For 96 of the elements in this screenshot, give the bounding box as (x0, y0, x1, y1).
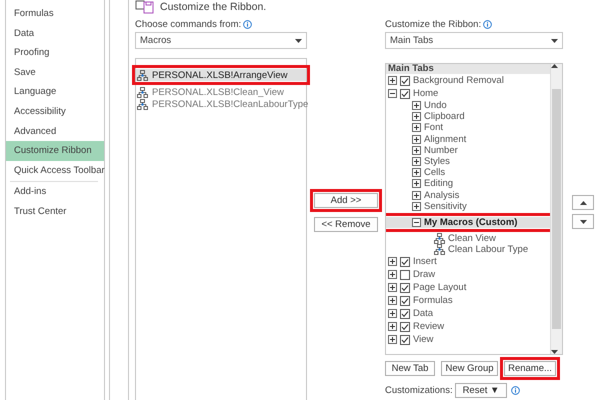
tree-item[interactable]: Insert (386, 255, 550, 268)
collapse-icon[interactable] (412, 218, 421, 227)
field-label: Customize the Ribbon: (385, 18, 482, 30)
tree-item[interactable]: Data (386, 307, 550, 320)
ribbon-settings-icon (135, 0, 155, 14)
sidebar-item[interactable]: Accessibility (6, 102, 104, 122)
tree-item[interactable]: View (386, 333, 550, 346)
expand-icon[interactable] (412, 190, 421, 200)
checkbox[interactable] (400, 308, 410, 319)
flowchart-icon (434, 244, 445, 256)
sidebar-item[interactable]: Data (6, 24, 104, 44)
tree-item[interactable]: Formulas (386, 294, 550, 308)
sidebar-item[interactable]: Advanced (6, 122, 104, 142)
info-icon (243, 20, 252, 28)
caret-icon (580, 220, 586, 224)
expand-icon[interactable] (412, 134, 421, 144)
sidebar-item[interactable]: Quick Access Toolbar (6, 160, 104, 180)
tree-header: Main Tabs (386, 64, 550, 74)
tree-item[interactable]: Sensitivity (386, 200, 550, 212)
info-icon (511, 386, 520, 395)
checkbox[interactable] (400, 282, 410, 293)
expand-icon[interactable] (388, 257, 397, 266)
tree-item[interactable]: Number (386, 144, 550, 156)
tree-item[interactable]: Background Removal (386, 74, 550, 87)
tree-item[interactable]: Clean Labour Type (386, 244, 550, 256)
expand-icon[interactable] (388, 335, 397, 344)
scrollbar[interactable] (550, 64, 562, 354)
expand-icon[interactable] (388, 76, 397, 85)
expand-icon[interactable] (412, 168, 421, 178)
caret-icon (551, 64, 558, 68)
expand-icon[interactable] (412, 123, 421, 132)
collapse-icon[interactable] (388, 89, 397, 98)
sidebar-item[interactable]: Save (6, 62, 104, 82)
command-item[interactable]: PERSONAL.XLSB!Clean_View (136, 86, 306, 98)
expand-icon[interactable] (388, 283, 397, 292)
tree-item[interactable]: My Macros (Custom) (386, 216, 550, 228)
ribbon-button[interactable]: Rename... (504, 361, 556, 376)
tree-item[interactable]: Draw (386, 268, 550, 282)
sidebar-item[interactable]: Add-ins (6, 182, 104, 202)
sidebar-item[interactable]: Customize Ribbon (6, 141, 104, 161)
caret-icon (580, 200, 586, 204)
flowchart-icon (137, 98, 148, 110)
checkbox[interactable] (400, 256, 410, 267)
command-item[interactable]: PERSONAL.XLSB!CleanLabourType (136, 98, 306, 110)
field-label: Customizations: (385, 385, 451, 396)
remove-button[interactable]: << Remove (314, 217, 378, 232)
expand-icon[interactable] (388, 270, 397, 280)
move-up-button[interactable] (572, 195, 594, 210)
commands-dropdown[interactable]: Macros (135, 32, 307, 49)
tree-item[interactable]: Clipboard (386, 111, 550, 122)
checkbox[interactable] (400, 322, 410, 332)
tree-item[interactable]: Alignment (386, 134, 550, 145)
sidebar-item[interactable]: Proofing (6, 43, 104, 63)
tree-item[interactable]: Review (386, 320, 550, 334)
info-icon (483, 20, 492, 28)
tree-item[interactable]: Font (386, 122, 550, 134)
ribbon-button[interactable]: New Tab (385, 361, 435, 376)
expand-icon[interactable] (412, 202, 421, 211)
expand-icon[interactable] (388, 309, 397, 318)
expand-icon[interactable] (412, 101, 421, 110)
sidebar-item[interactable]: Formulas (6, 4, 104, 24)
caret-icon (295, 38, 302, 42)
expand-icon[interactable] (412, 157, 421, 166)
expand-icon[interactable] (412, 146, 421, 155)
command-item[interactable]: PERSONAL.XLSB!ArrangeView (136, 69, 306, 81)
tree-item[interactable]: Styles (386, 156, 550, 168)
tree-item[interactable]: Editing (386, 178, 550, 190)
sidebar-item[interactable]: Language (6, 82, 104, 102)
move-down-button[interactable] (572, 214, 594, 229)
ribbon-button[interactable]: New Group (441, 361, 498, 376)
tree-item[interactable]: Clean View (386, 233, 550, 244)
ribbon-dropdown[interactable]: Main Tabs (385, 32, 563, 49)
section-title: Customize the Ribbon. (160, 0, 266, 12)
tree-item[interactable]: Cells (386, 167, 550, 178)
checkbox[interactable] (400, 88, 410, 98)
tree-item[interactable]: Page Layout (386, 281, 550, 294)
flowchart-icon (434, 233, 445, 244)
checkbox[interactable] (400, 270, 410, 280)
caret-icon (551, 350, 558, 354)
field-label: Choose commands from: (135, 18, 242, 30)
tree-item[interactable]: Analysis (386, 190, 550, 201)
checkbox[interactable] (400, 334, 410, 345)
caret-icon (551, 38, 558, 42)
add-button[interactable]: Add >> (314, 193, 378, 208)
tree-item[interactable]: Home (386, 87, 550, 100)
expand-icon[interactable] (412, 179, 421, 188)
tree-item[interactable]: Undo (386, 100, 550, 112)
flowchart-icon (137, 70, 148, 80)
flowchart-icon (137, 86, 148, 98)
sidebar-item[interactable]: Trust Center (6, 202, 104, 222)
checkbox[interactable] (400, 296, 410, 306)
expand-icon[interactable] (388, 296, 397, 306)
expand-icon[interactable] (388, 322, 397, 332)
reset-button[interactable]: Reset ▼ (455, 383, 507, 398)
checkbox[interactable] (400, 76, 410, 86)
expand-icon[interactable] (412, 112, 421, 122)
